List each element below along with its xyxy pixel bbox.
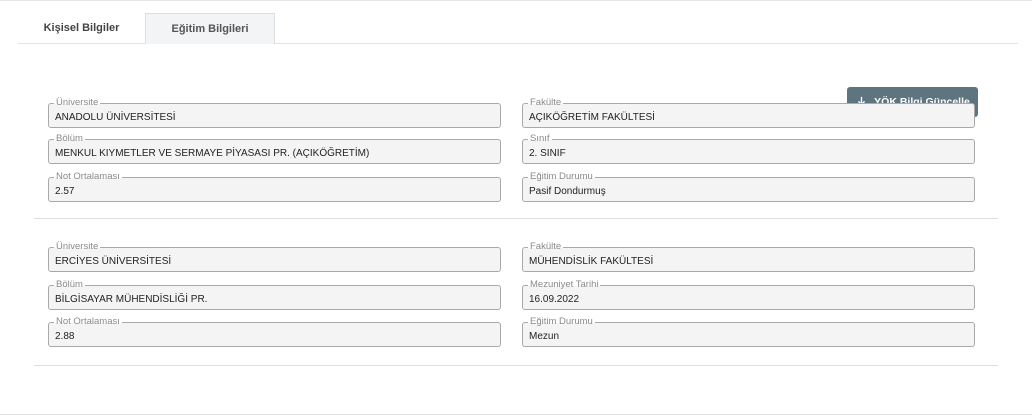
page-bottom-border (0, 414, 1032, 415)
field-label: Bölüm (54, 133, 85, 145)
gpa-field[interactable]: Not Ortalaması 2.57 (48, 171, 501, 202)
field-label: Mezuniyet Tarihi (528, 279, 601, 291)
field-label: Üniversite (54, 241, 101, 253)
department-field[interactable]: Bölüm MENKUL KIYMETLER VE SERMAYE PİYASA… (48, 133, 501, 164)
field-value: MENKUL KIYMETLER VE SERMAYE PİYASASI PR.… (55, 148, 370, 159)
class-field[interactable]: Sınıf 2. SINIF (522, 133, 975, 164)
education-info-page: Kişisel Bilgiler Eğitim Bilgileri YÖK Bi… (0, 0, 1032, 416)
field-value: ERCİYES ÜNİVERSİTESİ (55, 256, 172, 267)
field-label: Fakülte (528, 241, 564, 253)
field-value: 2.88 (55, 331, 75, 342)
field-value: Pasif Dondurmuş (529, 186, 606, 197)
field-label: Not Ortalaması (54, 316, 122, 328)
tab-personal-info[interactable]: Kişisel Bilgiler (18, 13, 145, 43)
section-divider (34, 365, 998, 366)
faculty-field[interactable]: Fakülte AÇIKÖĞRETİM FAKÜLTESİ (522, 97, 975, 128)
field-value: BİLGİSAYAR MÜHENDİSLİĞİ PR. (55, 294, 208, 305)
graduation-date-field[interactable]: Mezuniyet Tarihi 16.09.2022 (522, 279, 975, 310)
field-label: Eğitim Durumu (528, 171, 595, 183)
tab-bar: Kişisel Bilgiler Eğitim Bilgileri (18, 13, 1018, 44)
education-status-field[interactable]: Eğitim Durumu Pasif Dondurmuş (522, 171, 975, 202)
university-field[interactable]: Üniversite ERCİYES ÜNİVERSİTESİ (48, 241, 501, 272)
field-value: Mezun (529, 331, 560, 342)
field-label: Eğitim Durumu (528, 316, 595, 328)
field-label: Üniversite (54, 97, 101, 109)
field-label: Fakülte (528, 97, 564, 109)
field-value: MÜHENDİSLİK FAKÜLTESİ (529, 256, 654, 267)
section-divider (34, 218, 998, 219)
gpa-field[interactable]: Not Ortalaması 2.88 (48, 316, 501, 347)
field-label: Sınıf (528, 133, 552, 145)
department-field[interactable]: Bölüm BİLGİSAYAR MÜHENDİSLİĞİ PR. (48, 279, 501, 310)
field-value: 16.09.2022 (529, 294, 580, 305)
tab-education-info[interactable]: Eğitim Bilgileri (145, 13, 275, 44)
education-status-field[interactable]: Eğitim Durumu Mezun (522, 316, 975, 347)
field-label: Not Ortalaması (54, 171, 122, 183)
field-label: Bölüm (54, 279, 85, 291)
faculty-field[interactable]: Fakülte MÜHENDİSLİK FAKÜLTESİ (522, 241, 975, 272)
field-value: ANADOLU ÜNİVERSİTESİ (55, 112, 176, 123)
field-value: 2. SINIF (529, 148, 566, 159)
field-value: 2.57 (55, 186, 75, 197)
field-value: AÇIKÖĞRETİM FAKÜLTESİ (529, 112, 655, 123)
university-field[interactable]: Üniversite ANADOLU ÜNİVERSİTESİ (48, 97, 501, 128)
